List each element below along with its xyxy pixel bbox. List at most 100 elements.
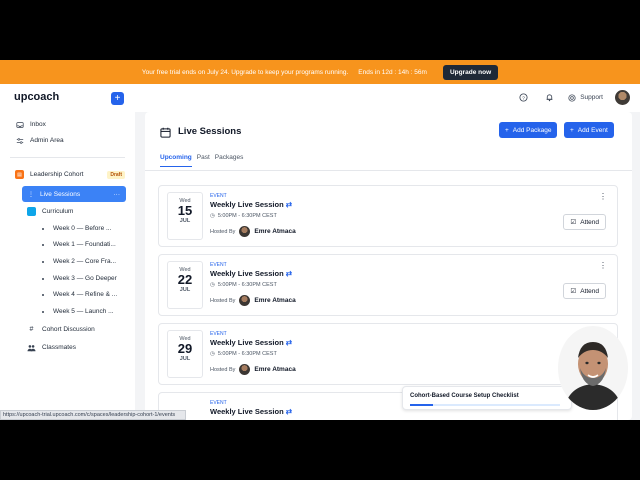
- sidebar-item-inbox[interactable]: Inbox: [15, 120, 46, 129]
- button-label: Add Package: [512, 126, 552, 134]
- calendar-small-icon: ⋮: [28, 191, 34, 198]
- plus-icon: +: [570, 126, 574, 134]
- sidebar-item-label: Week 2 — Core Fra...: [53, 258, 117, 265]
- add-button[interactable]: +: [111, 92, 124, 105]
- plus-icon: +: [114, 93, 121, 104]
- sidebar-item-label: Inbox: [30, 121, 46, 128]
- event-day: 22: [177, 272, 193, 287]
- sidebar-item-discussion[interactable]: # Cohort Discussion: [27, 325, 95, 334]
- event-title[interactable]: Weekly Live Session ⇄: [210, 338, 292, 347]
- curriculum-icon: [27, 207, 36, 216]
- sliders-icon: [15, 136, 24, 145]
- event-title[interactable]: Weekly Live Session ⇄: [210, 200, 292, 209]
- event-card[interactable]: Wed 15 JUL EVENT Weekly Live Session ⇄ ◷…: [158, 185, 618, 247]
- event-title-text: Weekly Live Session: [210, 200, 284, 209]
- event-title[interactable]: Weekly Live Session ⇄: [210, 269, 292, 278]
- checklist-progress-fill: [410, 404, 433, 406]
- status-url: https://upcoach-trial.upcoach.com/c/spac…: [0, 410, 186, 420]
- kebab-menu-icon[interactable]: ⋮: [599, 262, 607, 270]
- kebab-menu-icon[interactable]: ⋮: [599, 193, 607, 201]
- sidebar-item-curriculum[interactable]: Curriculum: [27, 207, 73, 216]
- sidebar-item-label: Week 4 — Refine & ...: [53, 291, 118, 298]
- bullet-icon: [42, 293, 44, 296]
- event-month: JUL: [179, 287, 191, 293]
- draft-badge: Draft: [107, 170, 125, 179]
- repeat-icon: ⇄: [285, 407, 293, 416]
- user-avatar[interactable]: [615, 90, 630, 105]
- event-date: Wed 29 JUL: [167, 330, 203, 378]
- host-name: Emre Atmaca: [254, 297, 296, 304]
- host-name: Emre Atmaca: [254, 366, 296, 373]
- sidebar-item-label: Admin Area: [30, 137, 64, 144]
- event-time: ◷ 5:00PM - 6:30PM CEST: [210, 351, 277, 357]
- event-date: Wed 15 JUL: [167, 192, 203, 240]
- sidebar-item-classmates[interactable]: Classmates: [27, 343, 76, 352]
- support-label: Support: [580, 94, 603, 101]
- clock-icon: ◷: [210, 213, 215, 219]
- host-name: Emre Atmaca: [254, 228, 296, 235]
- tab-upcoming[interactable]: Upcoming: [160, 154, 192, 167]
- attend-button[interactable]: ☑ Attend: [563, 214, 606, 230]
- sidebar-item-program[interactable]: ▤ Leadership Cohort Draft: [15, 170, 125, 179]
- event-date: Wed 22 JUL: [167, 261, 203, 309]
- sidebar-item-week-5[interactable]: Week 5 — Launch ...: [42, 308, 114, 315]
- event-month: JUL: [179, 218, 191, 224]
- question-circle-icon[interactable]: ?: [516, 91, 530, 105]
- tab-past[interactable]: Past: [197, 154, 210, 167]
- repeat-icon: ⇄: [285, 269, 293, 278]
- sidebar-item-week-4[interactable]: Week 4 — Refine & ...: [42, 291, 117, 298]
- hash-icon: #: [29, 326, 34, 333]
- hosted-by-label: Hosted By: [210, 366, 236, 373]
- program-name: Leadership Cohort: [30, 171, 84, 178]
- presenter-image: [558, 326, 628, 410]
- event-card[interactable]: Wed 29 JUL EVENT Weekly Live Session ⇄ ◷…: [158, 323, 618, 385]
- add-event-button[interactable]: + Add Event: [564, 122, 614, 138]
- event-time-text: 5:00PM - 6:30PM CEST: [217, 213, 277, 219]
- inbox-icon: [15, 120, 24, 129]
- check-square-icon: ☑: [570, 219, 577, 226]
- setup-checklist-widget[interactable]: Cohort-Based Course Setup Checklist: [402, 386, 572, 410]
- check-square-icon: ☑: [570, 288, 577, 295]
- button-label: Attend: [580, 287, 599, 295]
- event-time-text: 5:00PM - 6:30PM CEST: [217, 351, 277, 357]
- sidebar-item-label: Week 5 — Launch ...: [53, 308, 114, 315]
- plus-icon: +: [505, 126, 509, 134]
- event-title-text: Weekly Live Session: [210, 338, 284, 347]
- event-card[interactable]: Wed 22 JUL EVENT Weekly Live Session ⇄ ◷…: [158, 254, 618, 316]
- event-time: ◷ 5:00PM - 6:30PM CEST: [210, 282, 277, 288]
- app-logo[interactable]: upcoach: [14, 91, 59, 103]
- sidebar-item-week-2[interactable]: Week 2 — Core Fra...: [42, 258, 116, 265]
- support-link[interactable]: Support: [568, 93, 603, 102]
- clock-icon: ◷: [210, 351, 215, 357]
- event-host: Hosted By Emre Atmaca: [210, 226, 296, 237]
- tab-packages[interactable]: Packages: [215, 154, 244, 167]
- sidebar-item-week-1[interactable]: Week 1 — Foundati...: [42, 241, 116, 248]
- add-package-button[interactable]: + Add Package: [499, 122, 558, 138]
- attend-button[interactable]: ☑ Attend: [563, 283, 606, 299]
- sidebar-item-live-sessions[interactable]: ⋮ Live Sessions ···: [22, 186, 126, 202]
- event-kind: EVENT: [210, 400, 227, 406]
- repeat-icon: ⇄: [285, 338, 293, 347]
- trial-message: Your free trial ends on July 24. Upgrade…: [141, 68, 349, 76]
- sidebar-item-admin[interactable]: Admin Area: [15, 136, 64, 145]
- presenter-video: [558, 326, 628, 410]
- bullet-icon: [42, 277, 44, 280]
- event-day: 15: [177, 203, 193, 218]
- button-label: Add Event: [577, 126, 608, 134]
- button-label: Attend: [580, 218, 599, 226]
- sidebar-item-week-3[interactable]: Week 3 — Go Deeper: [42, 275, 117, 282]
- event-time: ◷ 5:00PM - 6:30PM CEST: [210, 213, 277, 219]
- repeat-icon: ⇄: [285, 200, 293, 209]
- clock-icon: ◷: [210, 282, 215, 288]
- host-avatar: [239, 364, 251, 375]
- sidebar-item-label: Classmates: [42, 344, 76, 351]
- bullet-icon: [42, 260, 44, 263]
- sidebar-item-week-0[interactable]: Week 0 — Before ...: [42, 225, 111, 232]
- event-title[interactable]: Weekly Live Session ⇄: [210, 407, 292, 416]
- host-avatar: [239, 295, 251, 306]
- event-kind: EVENT: [210, 262, 227, 268]
- upgrade-button[interactable]: Upgrade now: [442, 64, 499, 80]
- checklist-title: Cohort-Based Course Setup Checklist: [410, 393, 519, 399]
- bell-icon[interactable]: [542, 91, 556, 105]
- more-icon[interactable]: ···: [114, 191, 121, 198]
